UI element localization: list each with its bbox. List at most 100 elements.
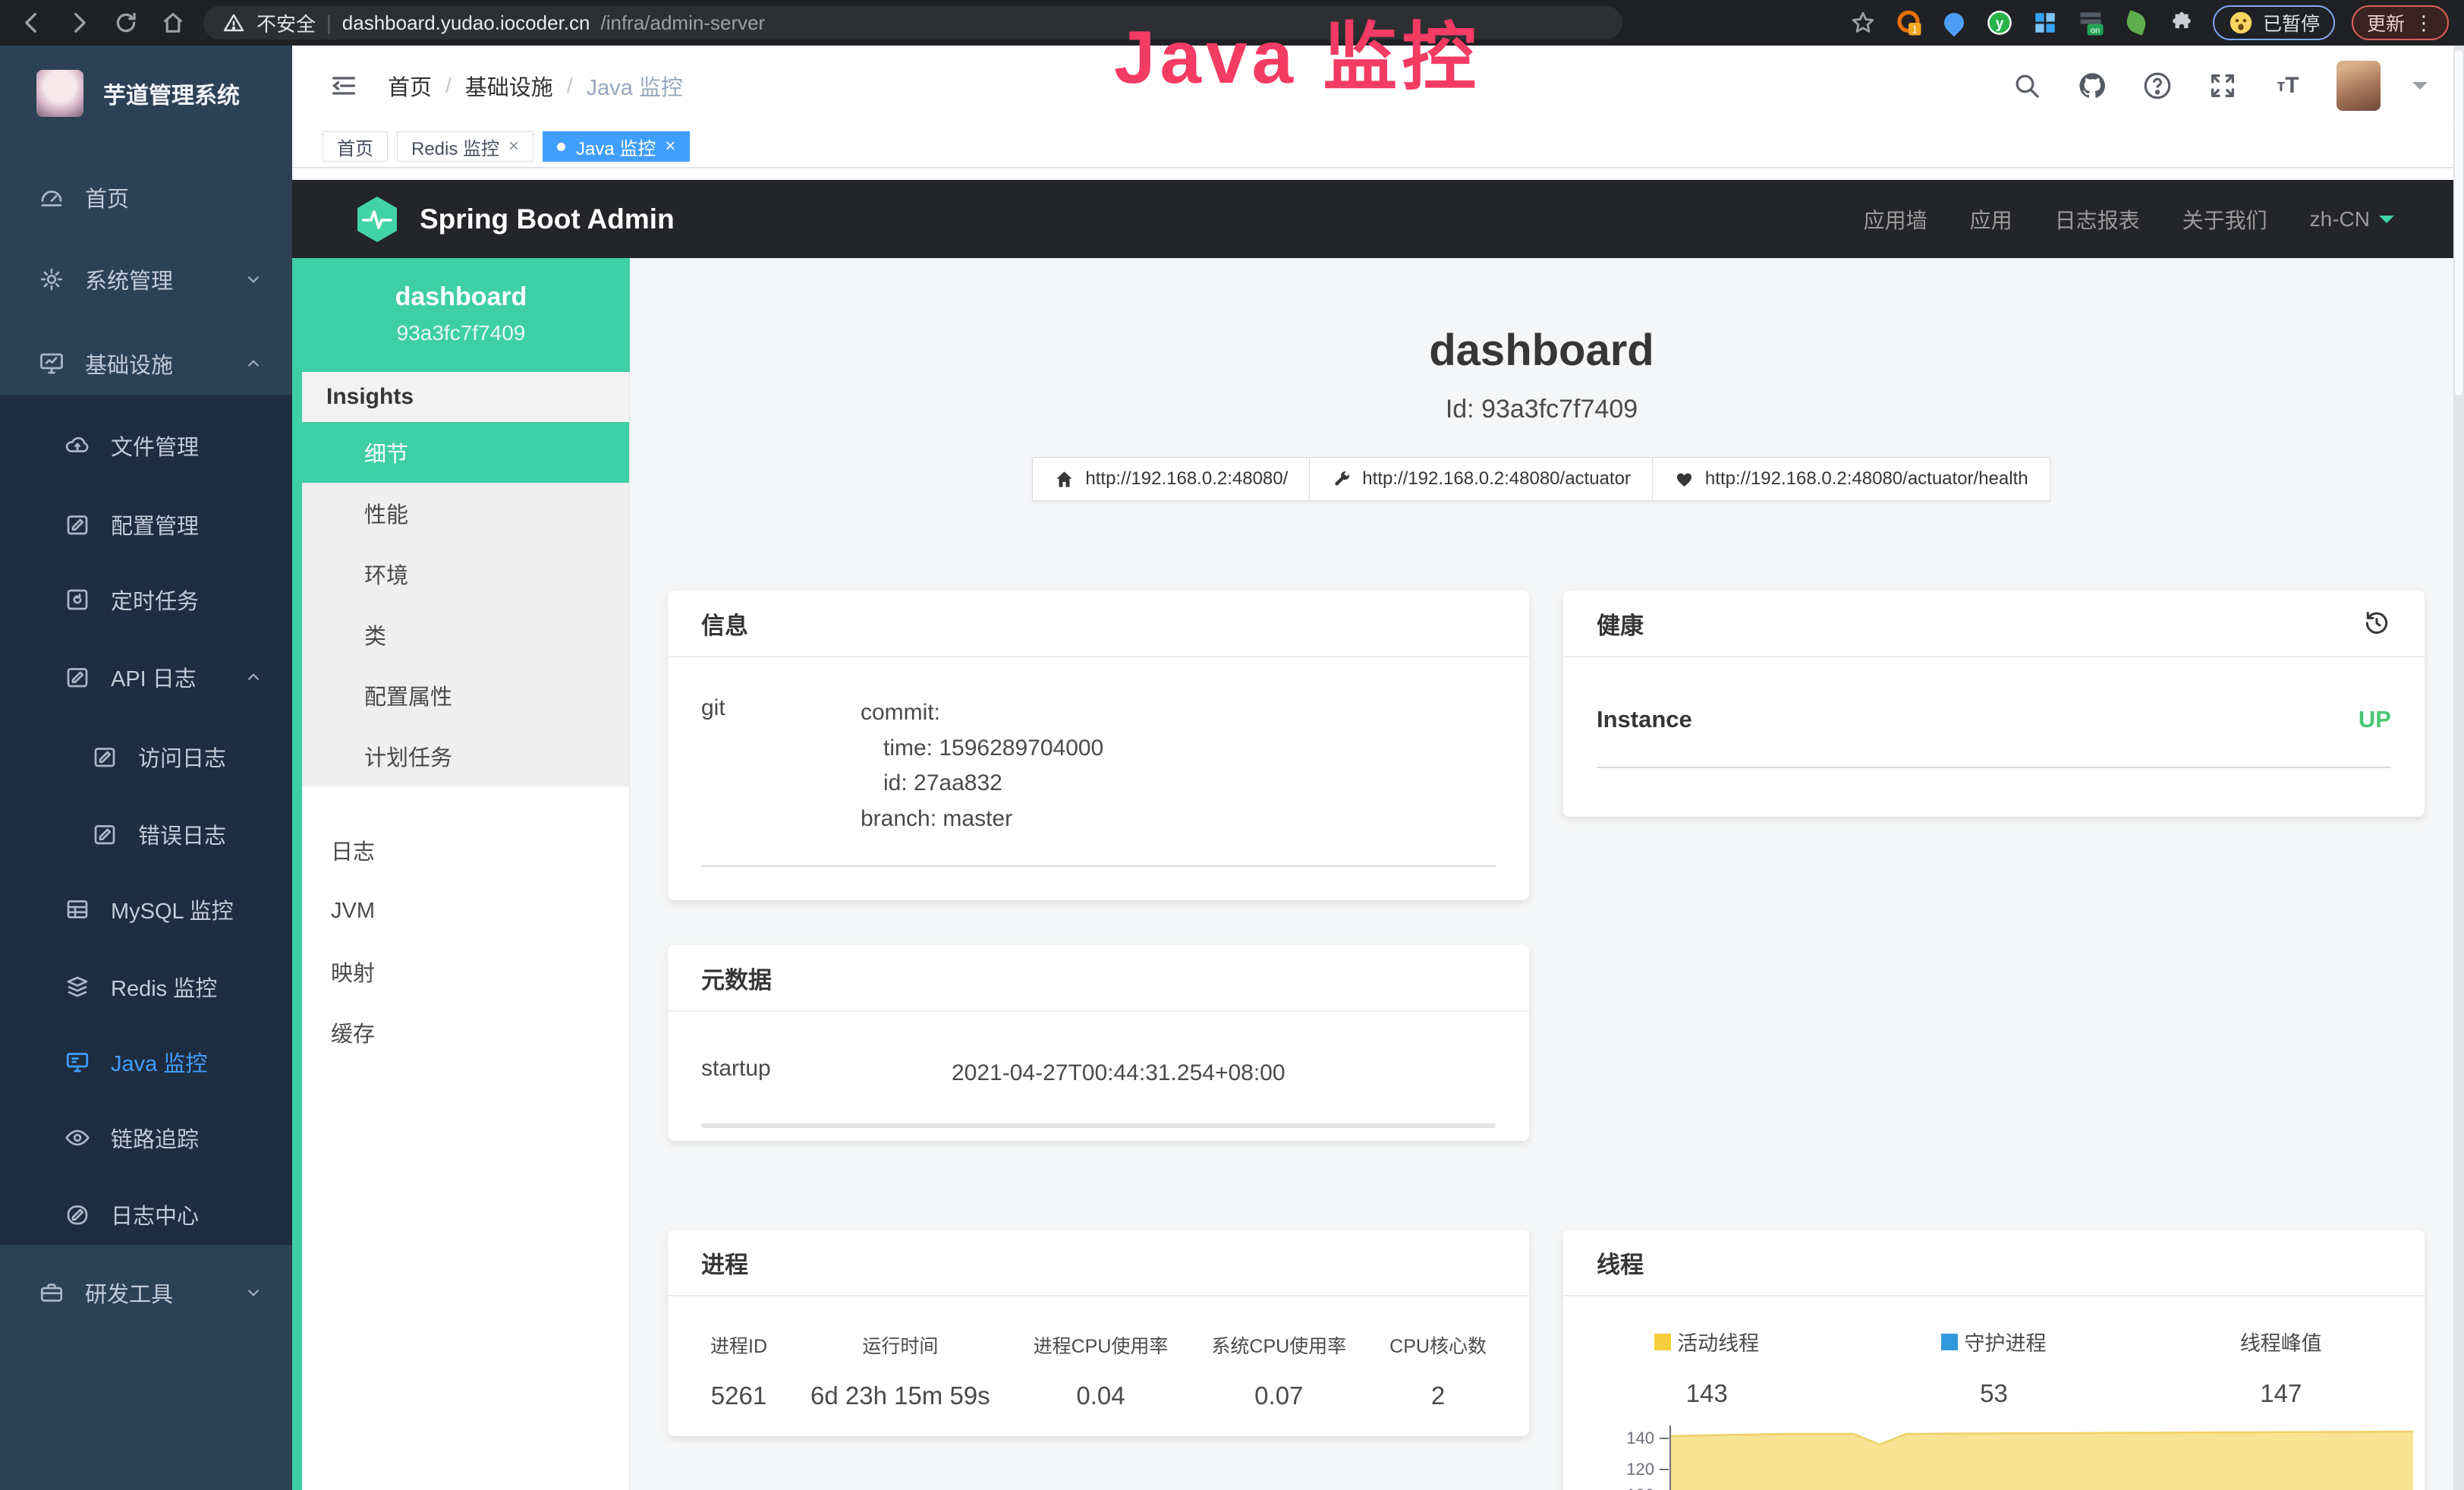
status-badge: UP <box>2359 706 2391 733</box>
sba-menu-mappings[interactable]: 映射 <box>302 941 629 1002</box>
sidebar-item-label: Java 监控 <box>111 1046 207 1078</box>
sba-menu-environment[interactable]: 环境 <box>302 543 629 604</box>
extension-pin-icon[interactable] <box>1940 8 1968 37</box>
scrollbar-thumb[interactable] <box>2455 50 2462 395</box>
process-col-pid: 进程ID 5261 <box>710 1331 767 1410</box>
sidebar-item-file[interactable]: 文件管理 <box>0 421 292 470</box>
threads-card: 线程 活动线程 143 守护进程 53 线程峰值 147 140 120 <box>1563 1230 2425 1490</box>
fullscreen-icon[interactable] <box>2206 69 2239 102</box>
browser-forward-icon[interactable] <box>62 6 96 39</box>
sidebar-item-label: 日志中心 <box>111 1199 199 1230</box>
gear-icon <box>38 266 65 293</box>
sidebar-item-config[interactable]: 配置管理 <box>0 500 292 549</box>
home-icon <box>1054 469 1075 490</box>
sidebar-item-system[interactable]: 系统管理 <box>0 255 292 304</box>
sba-menu-details[interactable]: 细节 <box>302 422 629 483</box>
sidebar-item-job[interactable]: 定时任务 <box>0 575 292 624</box>
instance-header[interactable]: dashboard 93a3fc7f7409 <box>292 258 630 372</box>
briefcase-icon <box>38 1279 65 1306</box>
sba-menu-logs[interactable]: 日志 <box>302 820 629 880</box>
caret-down-icon[interactable] <box>2412 82 2428 97</box>
locale-selector[interactable]: zh-CN <box>2310 207 2394 232</box>
browser-back-icon[interactable] <box>15 6 49 39</box>
chevron-down-icon <box>2379 216 2394 231</box>
extension-grid-icon[interactable] <box>2031 8 2060 37</box>
bookmark-star-icon[interactable] <box>1849 8 1877 37</box>
chevron-up-icon <box>244 354 263 373</box>
sidebar-item-java-monitor[interactable]: Java 监控 <box>0 1038 292 1086</box>
search-icon[interactable] <box>2010 69 2044 102</box>
tab-home[interactable]: 首页 <box>323 131 388 162</box>
breadcrumb-infra[interactable]: 基础设施 <box>465 70 553 102</box>
sba-nav-journal[interactable]: 日志报表 <box>2055 204 2140 235</box>
close-icon[interactable]: × <box>665 136 675 157</box>
process-col-uptime: 运行时间 6d 23h 15m 59s <box>810 1331 990 1410</box>
page-instance-id: Id: 93a3fc7f7409 <box>630 395 2453 424</box>
service-url-button[interactable]: http://192.168.0.2:48080/ <box>1032 457 1310 501</box>
browser-home-icon[interactable] <box>156 6 190 39</box>
eye-icon <box>64 1124 91 1151</box>
update-label: 更新 <box>2367 9 2405 36</box>
avatar[interactable] <box>2337 61 2381 111</box>
sba-nav-applications[interactable]: 应用 <box>1970 204 2012 235</box>
sidebar-item-access-log[interactable]: 访问日志 <box>0 732 292 781</box>
health-instance-label: Instance <box>1597 706 1692 733</box>
sidebar-item-mysql[interactable]: MySQL 监控 <box>0 885 292 934</box>
extension-orange-icon[interactable]: 1 <box>1894 8 1923 37</box>
legend-yellow-swatch <box>1654 1334 1671 1350</box>
mysql-table-icon <box>64 896 91 923</box>
sba-menu-caches[interactable]: 缓存 <box>302 1002 629 1063</box>
sba-nav-wallboard[interactable]: 应用墙 <box>1864 204 1927 235</box>
sba-menu-scheduled-tasks[interactable]: 计划任务 <box>302 726 629 786</box>
hamburger-icon[interactable] <box>329 71 359 101</box>
sba-menu-configprops[interactable]: 配置属性 <box>302 665 629 726</box>
y-tick-mark <box>1660 1438 1669 1439</box>
extension-y-circle-icon[interactable]: y <box>1985 8 2014 37</box>
shocked-emoji-icon <box>2228 10 2254 36</box>
sba-brand[interactable]: Spring Boot Admin <box>353 195 675 244</box>
extensions-puzzle-icon[interactable] <box>2167 8 2196 37</box>
sba-nav-about[interactable]: 关于我们 <box>2182 204 2267 235</box>
font-size-icon[interactable]: тT <box>2271 69 2305 102</box>
browser-reload-icon[interactable] <box>109 6 143 39</box>
app-logo[interactable]: 芋道管理系统 <box>0 59 292 128</box>
metadata-startup-row: startup 2021-04-27T00:44:31.254+08:00 <box>701 1056 1496 1092</box>
health-card-title: 健康 <box>1597 606 1644 641</box>
history-icon[interactable] <box>2362 609 2391 638</box>
github-icon[interactable] <box>2075 69 2109 102</box>
process-col-cpu: 进程CPU使用率 0.04 <box>1034 1331 1169 1410</box>
sidebar-item-home[interactable]: 首页 <box>0 173 292 222</box>
breadcrumb-home[interactable]: 首页 <box>388 70 432 102</box>
paused-badge-label: 已暂停 <box>2263 9 2320 36</box>
breadcrumb-current: Java 监控 <box>587 70 683 102</box>
scrollbar-track[interactable] <box>2453 46 2464 1490</box>
sba-menu-jvm[interactable]: JVM <box>302 880 629 941</box>
sidebar-item-label: 配置管理 <box>111 509 199 540</box>
legend-blue-swatch <box>1941 1334 1958 1350</box>
sidebar-item-infra[interactable]: 基础设施 <box>0 339 292 388</box>
health-url-button[interactable]: http://192.168.0.2:48080/actuator/health <box>1652 457 2050 501</box>
sidebar-item-trace[interactable]: 链路追踪 <box>0 1114 292 1162</box>
tab-redis[interactable]: Redis 监控 × <box>397 131 533 162</box>
tabs-bar: 首页 Redis 监控 × Java 监控 × <box>292 126 2464 168</box>
sidebar-item-api-log[interactable]: API 日志 <box>0 653 292 701</box>
extension-on-badge-icon[interactable]: on <box>2076 8 2105 37</box>
chrome-update-button[interactable]: 更新 ⋮ <box>2352 5 2449 40</box>
sba-menu-metrics[interactable]: 性能 <box>302 483 629 543</box>
paused-profile-badge[interactable]: 已暂停 <box>2213 5 2335 40</box>
chevron-down-icon <box>244 269 263 289</box>
sidebar-item-error-log[interactable]: 错误日志 <box>0 810 292 858</box>
info-key: git <box>701 695 861 836</box>
sba-instance-sidebar: dashboard 93a3fc7f7409 Insights 细节 性能 环境… <box>292 258 630 1490</box>
extension-leaf-icon[interactable] <box>2122 8 2151 37</box>
chrome-menu-icon: ⋮ <box>2414 11 2434 35</box>
close-icon[interactable]: × <box>508 136 519 157</box>
sidebar-item-redis[interactable]: Redis 监控 <box>0 962 292 1011</box>
health-instance-row: Instance UP <box>1597 706 2391 768</box>
help-icon[interactable] <box>2141 69 2174 102</box>
sba-menu-classes[interactable]: 类 <box>302 604 629 665</box>
sidebar-item-log-center[interactable]: 日志中心 <box>0 1190 292 1239</box>
actuator-url-button[interactable]: http://192.168.0.2:48080/actuator <box>1309 457 1653 501</box>
sidebar-item-dev-tools[interactable]: 研发工具 <box>0 1268 292 1317</box>
tab-java-monitor[interactable]: Java 监控 × <box>543 131 690 162</box>
